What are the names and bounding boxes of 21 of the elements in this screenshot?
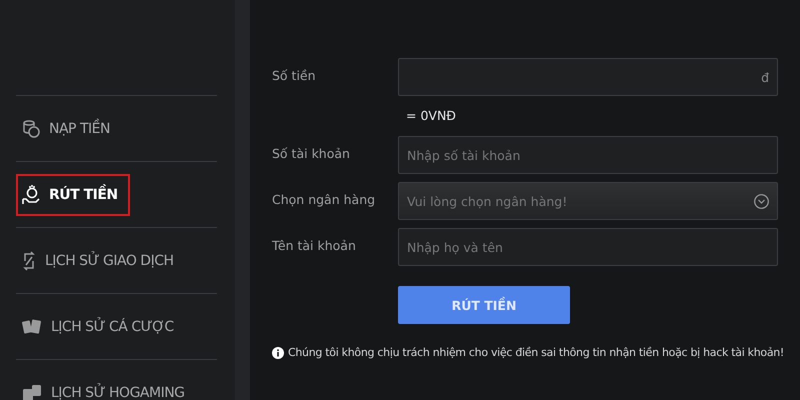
input-field[interactable]: Nhập số tài khoản (398, 136, 778, 174)
sidebar-item[interactable]: LỊCH SỬ CÁ CƯỢC (16, 308, 180, 346)
exchange-arrows-icon (22, 250, 36, 270)
currency-suffix: đ (761, 70, 769, 84)
info-icon (272, 346, 284, 358)
amount-conversion: = 0VNĐ (405, 108, 457, 123)
sidebar-item[interactable]: NẠP TIỀN (16, 108, 116, 148)
field-label: Tên tài khoản (272, 237, 357, 253)
field-label: Chọn ngân hàng (272, 191, 376, 207)
disclaimer-text: Chúng tôi không chịu trách nhiệm cho việc điền sai thông tin nhận tiền hoặc bị hack tài khoản! (288, 346, 784, 359)
input-field[interactable]: Nhập họ và tên (398, 228, 778, 266)
coin-stack-icon (22, 118, 40, 138)
hand-coin-icon (22, 184, 40, 206)
input-field[interactable]: đ (398, 58, 778, 96)
sidebar-item[interactable]: RÚT TIỀN (16, 174, 130, 216)
sidebar-item[interactable]: LỊCH SỬ GIAO DỊCH (16, 240, 180, 280)
field-label: Số tài khoản (272, 145, 351, 161)
sidebar-item[interactable]: LỊCH SỬ HOGAMING (16, 374, 191, 400)
playing-cards-icon (22, 318, 42, 336)
chevron-down-icon (754, 194, 769, 208)
field-label: Số tiền (272, 67, 317, 83)
